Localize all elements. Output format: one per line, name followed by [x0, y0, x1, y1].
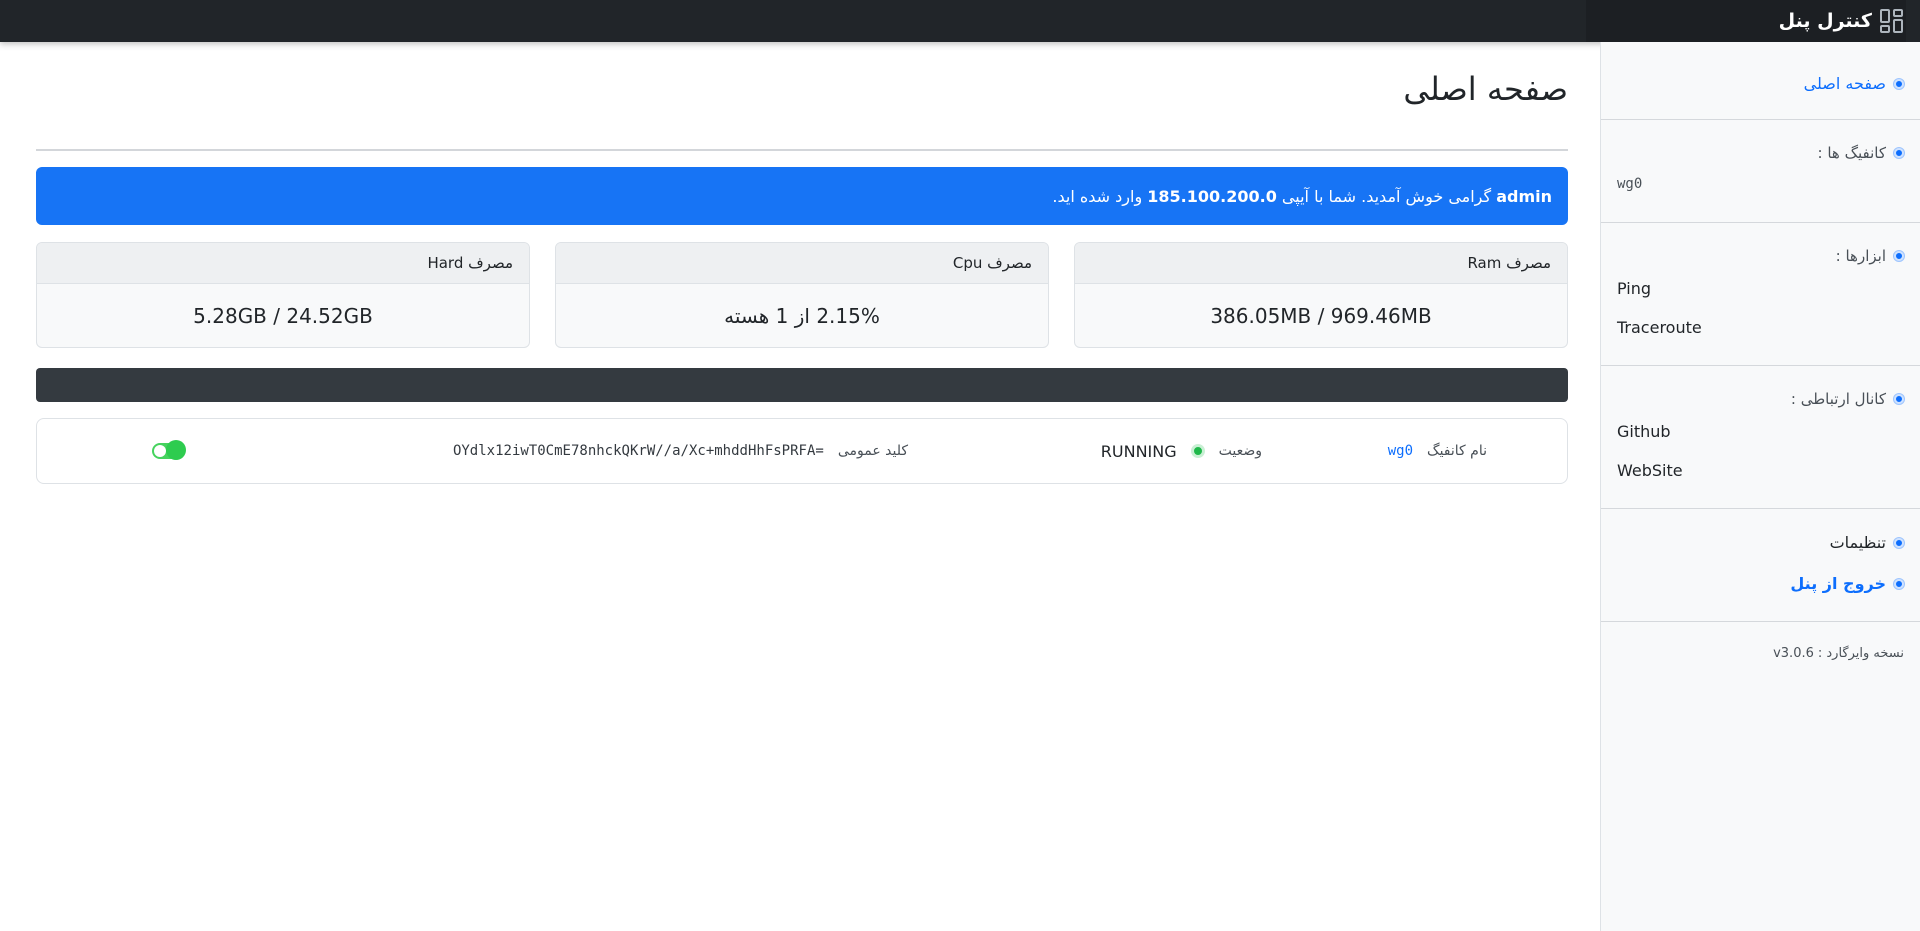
- divider: [36, 149, 1568, 151]
- configs-heading-label: کانفیگ ها :: [1817, 144, 1887, 162]
- sidebar-item-label: صفحه اصلی: [1803, 74, 1886, 93]
- bullet-icon: [1894, 578, 1904, 589]
- app-title: کنترل پنل: [1778, 10, 1872, 32]
- ram-card: مصرف Ram 386.05MB / 969.46MB: [1074, 242, 1568, 348]
- cpu-card: مصرف Cpu 2.15% از 1 هسته: [555, 242, 1049, 348]
- bullet-icon: [1894, 537, 1904, 548]
- sidebar-contact-section: کانال ارتباطی : Github WebSite: [1601, 366, 1920, 509]
- config-row: نام کانفیگ wg0 وضعیت RUNNING کلید عمومی …: [36, 418, 1568, 484]
- dashboard-icon: [1880, 9, 1904, 33]
- sidebar-settings-section: تنظیمات خروج از پنل: [1601, 509, 1920, 622]
- alert-text-2: وارد شده اید.: [1052, 186, 1148, 206]
- status-indicator-icon: [1190, 444, 1205, 458]
- bullet-icon: [1894, 78, 1904, 89]
- sidebar-home-section: صفحه اصلی: [1601, 42, 1920, 120]
- tools-heading: ابزارها :: [1617, 247, 1904, 265]
- page-title: صفحه اصلی: [1403, 70, 1568, 108]
- config-table-header: [36, 368, 1568, 402]
- bullet-icon: [1894, 394, 1904, 404]
- tools-heading-label: ابزارها :: [1835, 247, 1886, 265]
- version-info: نسخه وایرگارد : v3.0.6: [1601, 622, 1920, 661]
- sidebar-item-ping[interactable]: Ping: [1617, 279, 1904, 298]
- config-name-label: نام کانفیگ: [1427, 443, 1487, 459]
- alert-username: admin: [1496, 186, 1552, 206]
- bullet-icon: [1894, 148, 1904, 158]
- toggle-handle: [166, 440, 186, 460]
- sidebar-item-settings[interactable]: تنظیمات: [1617, 533, 1904, 552]
- status-value: RUNNING: [1100, 441, 1177, 461]
- toggle-knob: [154, 445, 166, 457]
- bullet-icon: [1894, 251, 1904, 261]
- config-toggle-switch[interactable]: [152, 440, 186, 460]
- sidebar: صفحه اصلی کانفیگ ها : wg0 ابزارها : Ping…: [1600, 42, 1920, 931]
- card-header: مصرف Cpu: [556, 243, 1048, 284]
- sidebar-item-website[interactable]: WebSite: [1617, 461, 1904, 480]
- configs-heading: کانفیگ ها :: [1617, 144, 1904, 162]
- public-key-label: کلید عمومی: [837, 443, 908, 459]
- sidebar-item-traceroute[interactable]: Traceroute: [1617, 318, 1904, 337]
- version-value: v3.0.6: [1773, 646, 1814, 661]
- sidebar-item-wg0[interactable]: wg0: [1617, 176, 1904, 192]
- status-cell: وضعیت RUNNING: [1101, 419, 1262, 483]
- card-header: مصرف Hard: [37, 243, 529, 284]
- brand[interactable]: کنترل پنل: [1586, 0, 1906, 42]
- contact-heading: کانال ارتباطی :: [1617, 390, 1904, 408]
- sidebar-item-github[interactable]: Github: [1617, 422, 1904, 441]
- top-navbar: کنترل پنل: [0, 0, 1920, 42]
- alert-text-1: گرامی خوش آمدید. شما با آیپی: [1276, 186, 1497, 206]
- card-value: 5.28GB / 24.52GB: [193, 304, 373, 328]
- public-key-value: OYdlx12iwT0CmE78nhckQKrW//a/Xc+mhddHhFsP…: [452, 443, 824, 459]
- settings-label: تنظیمات: [1829, 533, 1886, 552]
- hard-card: مصرف Hard 5.28GB / 24.52GB: [36, 242, 530, 348]
- card-value: 386.05MB / 969.46MB: [1210, 304, 1432, 328]
- welcome-alert: admin گرامی خوش آمدید. شما با آیپی 185.1…: [36, 167, 1568, 225]
- status-label: وضعیت: [1218, 443, 1262, 459]
- sidebar-configs-section: کانفیگ ها : wg0: [1601, 120, 1920, 223]
- sidebar-tools-section: ابزارها : Ping Traceroute: [1601, 223, 1920, 366]
- card-value: 2.15% از 1 هسته: [724, 304, 880, 328]
- public-key-cell: کلید عمومی OYdlx12iwT0CmE78nhckQKrW//a/X…: [453, 419, 908, 483]
- alert-ip: 185.100.200.0: [1147, 186, 1277, 206]
- config-name-link[interactable]: wg0: [1388, 443, 1413, 459]
- version-label: نسخه وایرگارد :: [1817, 646, 1904, 661]
- contact-heading-label: کانال ارتباطی :: [1790, 390, 1886, 408]
- logout-button[interactable]: خروج از پنل: [1617, 574, 1904, 593]
- card-header: مصرف Ram: [1075, 243, 1567, 284]
- sidebar-item-home[interactable]: صفحه اصلی: [1617, 74, 1904, 93]
- logout-label: خروج از پنل: [1790, 574, 1886, 593]
- config-name-cell: نام کانفیگ wg0: [1388, 419, 1487, 483]
